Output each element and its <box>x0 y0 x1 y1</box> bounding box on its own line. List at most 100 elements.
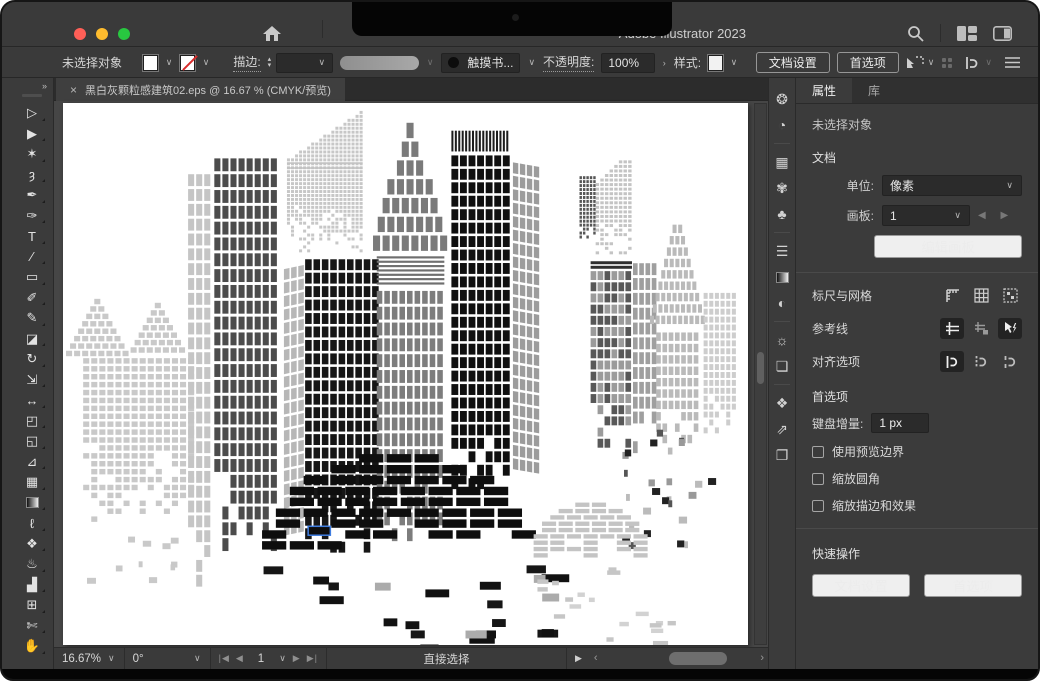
quick-preferences-button[interactable]: 首选项 <box>924 574 1022 597</box>
fill-chevron-icon[interactable]: ∨ <box>165 57 174 68</box>
keyboard-increment-field[interactable]: 1 px <box>871 413 929 433</box>
rail-artboards-icon[interactable]: ❐ <box>768 442 796 468</box>
tool-rectangle-icon[interactable]: ▭ <box>10 267 54 288</box>
preferences-button[interactable]: 首选项 <box>837 52 899 73</box>
tool-magic-wand-icon[interactable]: ✶ <box>10 144 54 165</box>
minimize-window-button[interactable] <box>96 28 108 40</box>
scroll-right-icon[interactable]: › <box>760 652 764 664</box>
edit-artboard-button[interactable]: 编辑画板 <box>874 235 1022 258</box>
tool-rotate-icon[interactable]: ↻ <box>10 349 54 370</box>
brush-select[interactable]: 触摸书... <box>441 53 520 73</box>
status-expand-icon[interactable]: ▶ <box>567 648 590 669</box>
isolate-mode-icon[interactable]: ∨ <box>906 55 936 70</box>
rail-appearance-icon[interactable]: ☼ <box>768 327 796 353</box>
tool-slice-icon[interactable]: ✄ <box>10 616 54 637</box>
tool-type-icon[interactable]: T <box>10 226 54 247</box>
stroke-weight-field[interactable]: ∨ <box>276 53 333 73</box>
width-profile-chevron-icon[interactable]: ∨ <box>426 57 435 68</box>
show-rulers-icon[interactable] <box>940 285 964 306</box>
snap-to-pixel-icon[interactable] <box>969 351 993 372</box>
fill-swatch[interactable] <box>143 55 158 71</box>
tool-perspective-grid-icon[interactable]: ⊿ <box>10 452 54 473</box>
document-tab[interactable]: × 黑白灰颗粒感建筑02.eps @ 16.67 % (CMYK/预览) <box>56 78 345 101</box>
tool-artboard-icon[interactable]: ⊞ <box>10 595 54 616</box>
artboard-navigation[interactable]: |◀ ◀ 1 ∨ ▶ ▶| <box>211 648 327 669</box>
transparency-grid-icon[interactable] <box>998 285 1022 306</box>
quick-document-setup-button[interactable]: 文档设置 <box>812 574 910 597</box>
snap-to-point-icon[interactable] <box>998 351 1022 372</box>
rail-symbols-icon[interactable]: ♣ <box>768 201 796 227</box>
horizontal-scrollbar[interactable]: ‹ › <box>590 648 770 669</box>
touch-workspace-icon[interactable] <box>942 58 952 68</box>
next-artboard-icon[interactable]: ▶ <box>293 653 301 664</box>
artboard-prev-next-icons[interactable]: ◀ ▶ <box>978 210 1014 221</box>
tool-column-graph-icon[interactable]: ▟ <box>10 575 54 596</box>
close-window-button[interactable] <box>74 28 86 40</box>
rail-stroke-icon[interactable]: ☰ <box>768 238 796 264</box>
tool-direct-selection-icon[interactable]: ▶ <box>10 124 54 145</box>
canvas-pasteboard[interactable] <box>54 101 770 647</box>
zoom-window-button[interactable] <box>118 28 130 40</box>
style-chevron-icon[interactable]: ∨ <box>730 57 739 68</box>
tool-symbol-sprayer-icon[interactable]: ♨ <box>10 554 54 575</box>
stroke-weight-label[interactable]: 描边: <box>233 53 260 72</box>
stroke-chevron-icon[interactable]: ∨ <box>202 57 211 68</box>
brush-chevron-icon[interactable]: ∨ <box>527 57 536 68</box>
tool-mesh-icon[interactable]: ▦ <box>10 472 54 493</box>
tool-hand-icon[interactable]: ✋ <box>10 636 54 657</box>
rail-transparency-icon[interactable]: ◐ <box>768 290 796 316</box>
show-grid-icon[interactable] <box>969 285 993 306</box>
scroll-left-icon[interactable]: ‹ <box>594 652 598 664</box>
tool-shaper-icon[interactable]: ✎ <box>10 308 54 329</box>
artboard[interactable] <box>63 103 748 645</box>
tool-eraser-icon[interactable]: ◪ <box>10 329 54 350</box>
opacity-expand-icon[interactable]: › <box>662 58 667 68</box>
zoom-level-control[interactable]: 16.67%∨ <box>54 648 125 669</box>
workspace-icon[interactable] <box>957 26 977 41</box>
toolbar-expand-icon[interactable]: » <box>10 78 53 91</box>
vertical-scrollbar[interactable] <box>754 103 767 645</box>
rail-color-guide-icon[interactable]: ◔ <box>768 112 796 138</box>
stroke-weight-stepper[interactable]: ▴▾ <box>268 57 272 69</box>
tool-pen-icon[interactable]: ✒ <box>10 185 54 206</box>
rail-graphic-styles-icon[interactable]: ❏ <box>768 353 796 379</box>
tool-blend-icon[interactable]: ❖ <box>10 534 54 555</box>
search-icon[interactable] <box>907 25 924 42</box>
lock-guides-icon[interactable] <box>969 318 993 339</box>
checkbox-scale-strokes[interactable]: 缩放描边和效果 <box>812 497 1022 514</box>
unit-select[interactable]: 像素∨ <box>882 175 1022 196</box>
tool-selection-icon[interactable]: ▷ <box>10 103 54 124</box>
close-tab-icon[interactable]: × <box>70 83 77 97</box>
opacity-label[interactable]: 不透明度: <box>543 53 594 72</box>
tool-lasso-icon[interactable]: ȝ <box>10 165 54 186</box>
rail-layers-icon[interactable]: ❖ <box>768 390 796 416</box>
tab-libraries[interactable]: 库 <box>852 78 896 103</box>
show-guides-icon[interactable] <box>940 318 964 339</box>
prev-artboard-icon[interactable]: ◀ <box>236 653 244 664</box>
rail-gradient-icon[interactable] <box>768 264 796 290</box>
opacity-field[interactable]: 100% <box>601 53 654 73</box>
rail-swatches-icon[interactable]: ▦ <box>768 149 796 175</box>
options-menu-icon[interactable] <box>1005 57 1020 68</box>
smart-guides-icon[interactable] <box>998 318 1022 339</box>
first-artboard-icon[interactable]: |◀ <box>219 653 230 664</box>
checkbox-preview-bounds[interactable]: 使用预览边界 <box>812 443 1022 460</box>
last-artboard-icon[interactable]: ▶| <box>307 653 318 664</box>
rail-brushes-icon[interactable]: ✾ <box>768 175 796 201</box>
tool-line-segment-icon[interactable]: ∕ <box>10 247 54 268</box>
tool-gradient-icon[interactable] <box>10 493 54 514</box>
document-setup-button[interactable]: 文档设置 <box>756 52 830 73</box>
tool-free-transform-icon[interactable]: ◰ <box>10 411 54 432</box>
artboard-select[interactable]: 1∨ <box>882 205 970 226</box>
tool-shape-builder-icon[interactable]: ◱ <box>10 431 54 452</box>
tool-curvature-icon[interactable]: ✑ <box>10 206 54 227</box>
checkbox-icon[interactable] <box>812 500 824 512</box>
toolbar-grip[interactable] <box>22 94 42 97</box>
variable-width-preview[interactable] <box>340 56 419 70</box>
tool-eyedropper-icon[interactable]: ℓ <box>10 513 54 534</box>
style-swatch[interactable] <box>708 55 723 71</box>
horizontal-scrollbar-thumb[interactable] <box>669 652 727 665</box>
snap-to-grid-icon[interactable] <box>940 351 964 372</box>
rotation-control[interactable]: 0°∨ <box>125 648 211 669</box>
rail-export-icon[interactable]: ⇗ <box>768 416 796 442</box>
